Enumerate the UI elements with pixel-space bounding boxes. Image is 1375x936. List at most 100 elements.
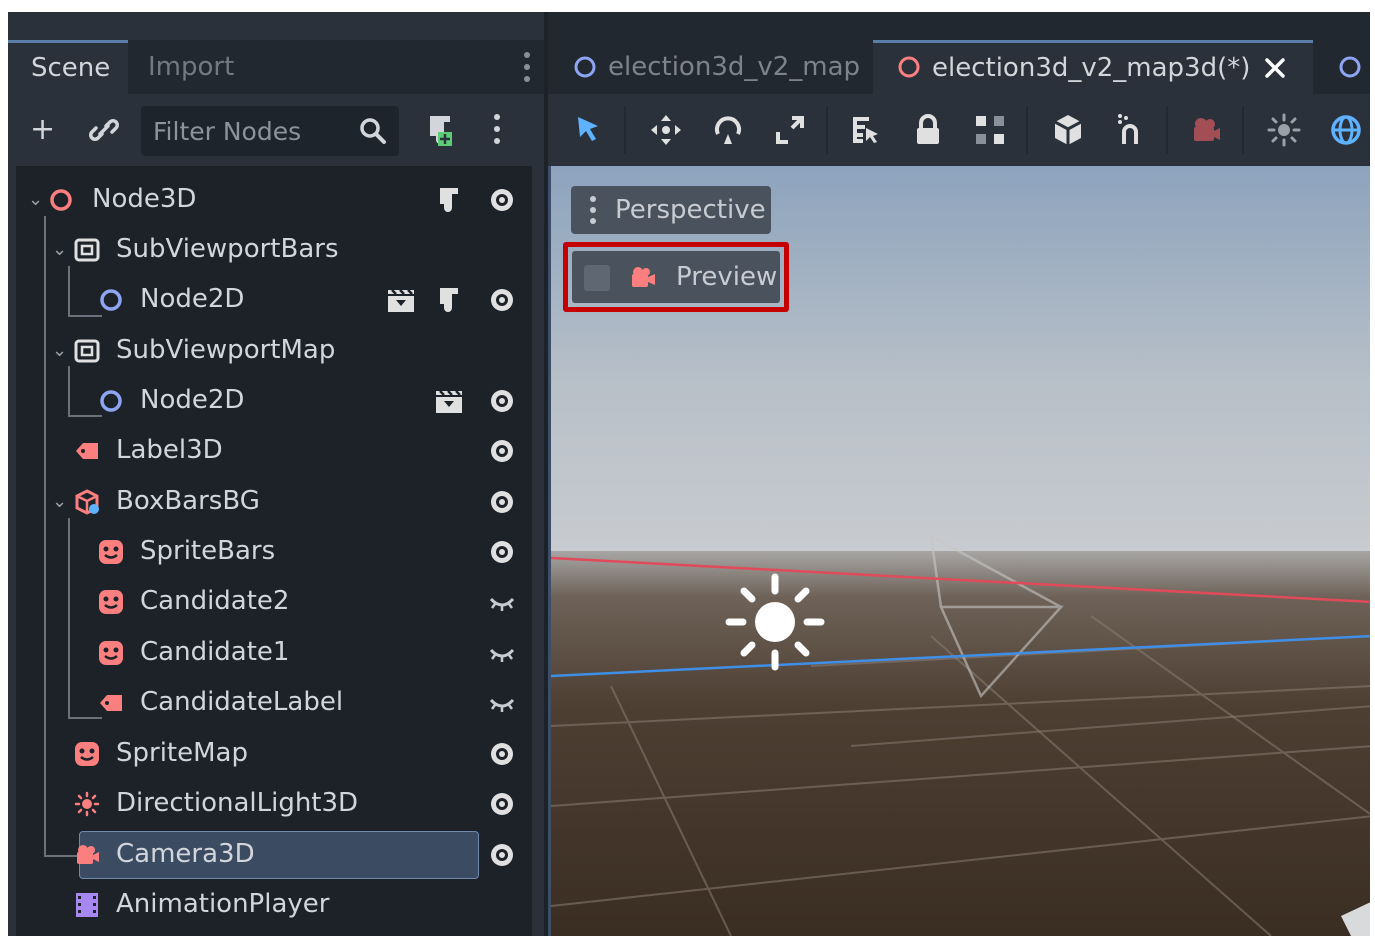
canvas-layer-clapper-icon[interactable] — [434, 387, 464, 415]
visibility-eye-icon[interactable] — [488, 539, 516, 565]
perspective-menu-button[interactable]: Perspective — [571, 186, 771, 234]
tree-row-subviewportbars[interactable]: ⌄ SubViewportBars — [16, 225, 532, 275]
script-icon[interactable] — [434, 286, 462, 314]
tree-row-subviewportmap[interactable]: ⌄ SubViewportMap — [16, 326, 532, 376]
camera-preview-icon[interactable] — [1188, 112, 1224, 148]
scene-tab-election3d-v2-map[interactable]: election3d_v2_map — [548, 40, 873, 94]
environment-globe-icon[interactable] — [1328, 112, 1364, 148]
3d-viewport[interactable]: Perspective Preview — [548, 166, 1370, 936]
scale-tool-icon[interactable] — [772, 112, 808, 148]
visibility-eye-icon[interactable] — [488, 741, 516, 767]
scene-tab-election3d-v2-map3d[interactable]: election3d_v2_map3d(*) — [873, 40, 1313, 94]
sprite3d-icon — [99, 540, 123, 564]
visibility-eye-icon[interactable] — [488, 791, 516, 817]
lock-icon[interactable] — [910, 112, 946, 148]
node-label: SubViewportBars — [116, 234, 339, 264]
node-label: DirectionalLight3D — [116, 788, 359, 818]
label3d-icon — [76, 443, 98, 459]
preview-highlight-box: Preview — [563, 242, 789, 312]
collapse-arrow-icon[interactable]: ⌄ — [52, 237, 67, 263]
script-icon[interactable] — [434, 186, 462, 214]
subviewport-icon — [74, 339, 100, 363]
local-space-icon[interactable] — [1050, 112, 1086, 148]
add-node-icon[interactable]: + — [30, 112, 55, 148]
scene-tab-overflow[interactable] — [1313, 40, 1370, 94]
tab-import[interactable]: Import — [148, 40, 234, 94]
sun-preview-icon[interactable] — [1266, 112, 1302, 148]
scene-tree: ⌄ Node3D ⌄ SubViewportBars Node2D ⌄ SubV… — [16, 166, 532, 936]
visibility-hidden-icon[interactable] — [488, 593, 516, 615]
tree-row-candidate1[interactable]: Candidate1 — [16, 628, 532, 678]
tree-row-candidatelabel[interactable]: CandidateLabel — [16, 678, 532, 728]
tree-row-animationplayer[interactable]: AnimationPlayer — [16, 880, 532, 930]
move-tool-icon[interactable] — [648, 112, 684, 148]
search-icon — [360, 118, 386, 144]
visibility-eye-icon[interactable] — [488, 388, 516, 414]
viewport-toolbar — [548, 94, 1370, 166]
tree-row-node2d-map[interactable]: Node2D — [16, 376, 532, 426]
tree-row-node2d[interactable]: Node2D — [16, 275, 532, 325]
scene-dock: Scene Import + Filter Nodes ⌄ Node3D ⌄ S… — [8, 12, 544, 936]
group-icon[interactable] — [972, 112, 1008, 148]
visibility-eye-icon[interactable] — [488, 842, 516, 868]
select-tool-icon[interactable] — [572, 112, 608, 148]
link-icon[interactable] — [88, 112, 120, 148]
visibility-eye-icon[interactable] — [488, 187, 516, 213]
label3d-icon — [100, 695, 122, 711]
visibility-eye-icon[interactable] — [488, 489, 516, 515]
node-label: Node2D — [140, 385, 245, 415]
tree-row-directionallight3d[interactable]: DirectionalLight3D — [16, 779, 532, 829]
node-label: SubViewportMap — [116, 335, 336, 365]
camera3d-icon — [632, 267, 655, 287]
visibility-eye-icon[interactable] — [488, 287, 516, 313]
visibility-eye-icon[interactable] — [488, 438, 516, 464]
node-label: Node3D — [92, 184, 197, 214]
close-icon[interactable] — [1264, 57, 1286, 79]
tree-row-spritebars[interactable]: SpriteBars — [16, 527, 532, 577]
preview-checkbox[interactable] — [584, 265, 610, 291]
animation-player-icon — [76, 893, 98, 917]
visibility-hidden-icon[interactable] — [488, 694, 516, 716]
node2d-ring-icon — [100, 390, 122, 412]
sprite3d-icon — [99, 641, 123, 665]
canvas-layer-clapper-icon[interactable] — [386, 286, 416, 314]
tab-label: election3d_v2_map3d(*) — [932, 53, 1251, 83]
node-label: Node2D — [140, 284, 245, 314]
visibility-hidden-icon[interactable] — [488, 644, 516, 666]
node2d-ring-icon — [574, 56, 596, 78]
perspective-label: Perspective — [615, 195, 766, 225]
camera-preview-toggle[interactable]: Preview — [572, 251, 780, 303]
tree-row-camera3d[interactable]: Camera3D — [16, 830, 532, 880]
snap-icon[interactable] — [1112, 112, 1148, 148]
node-label: Candidate1 — [140, 637, 290, 667]
filter-nodes-field[interactable] — [141, 106, 399, 156]
camera3d-icon — [77, 845, 99, 864]
node-label: CandidateLabel — [140, 687, 344, 717]
tree-row-node3d[interactable]: ⌄ Node3D — [16, 175, 532, 225]
node2d-ring-icon — [1339, 56, 1361, 78]
node3d-ring-icon — [50, 189, 72, 211]
tab-scene[interactable]: Scene — [8, 40, 128, 94]
tree-row-candidate2[interactable]: Candidate2 — [16, 577, 532, 627]
filter-nodes-input[interactable] — [141, 106, 351, 156]
node2d-ring-icon — [100, 289, 122, 311]
tree-row-spritemap[interactable]: SpriteMap — [16, 729, 532, 779]
list-select-icon[interactable] — [848, 112, 884, 148]
collapse-arrow-icon[interactable]: ⌄ — [28, 187, 43, 213]
collapse-arrow-icon[interactable]: ⌄ — [52, 338, 67, 364]
scene-toolbar: + — [8, 94, 544, 166]
dock-menu-icon[interactable] — [522, 50, 532, 84]
tab-label: election3d_v2_map — [608, 52, 861, 82]
tree-row-label3d[interactable]: Label3D — [16, 426, 532, 476]
scene-menu-icon[interactable] — [492, 112, 502, 148]
directional-light-icon — [74, 791, 100, 817]
node-label: BoxBarsBG — [116, 486, 260, 516]
collapse-arrow-icon[interactable]: ⌄ — [52, 489, 67, 515]
csg-box-icon — [75, 489, 99, 515]
tree-row-boxbarsbg[interactable]: ⌄ BoxBarsBG — [16, 477, 532, 527]
node-label: Label3D — [116, 435, 223, 465]
rotate-tool-icon[interactable] — [710, 112, 746, 148]
dock-tab-bar: Scene Import — [8, 40, 544, 94]
light-gizmo-icon[interactable] — [725, 573, 825, 671]
attach-script-icon[interactable] — [422, 112, 456, 148]
